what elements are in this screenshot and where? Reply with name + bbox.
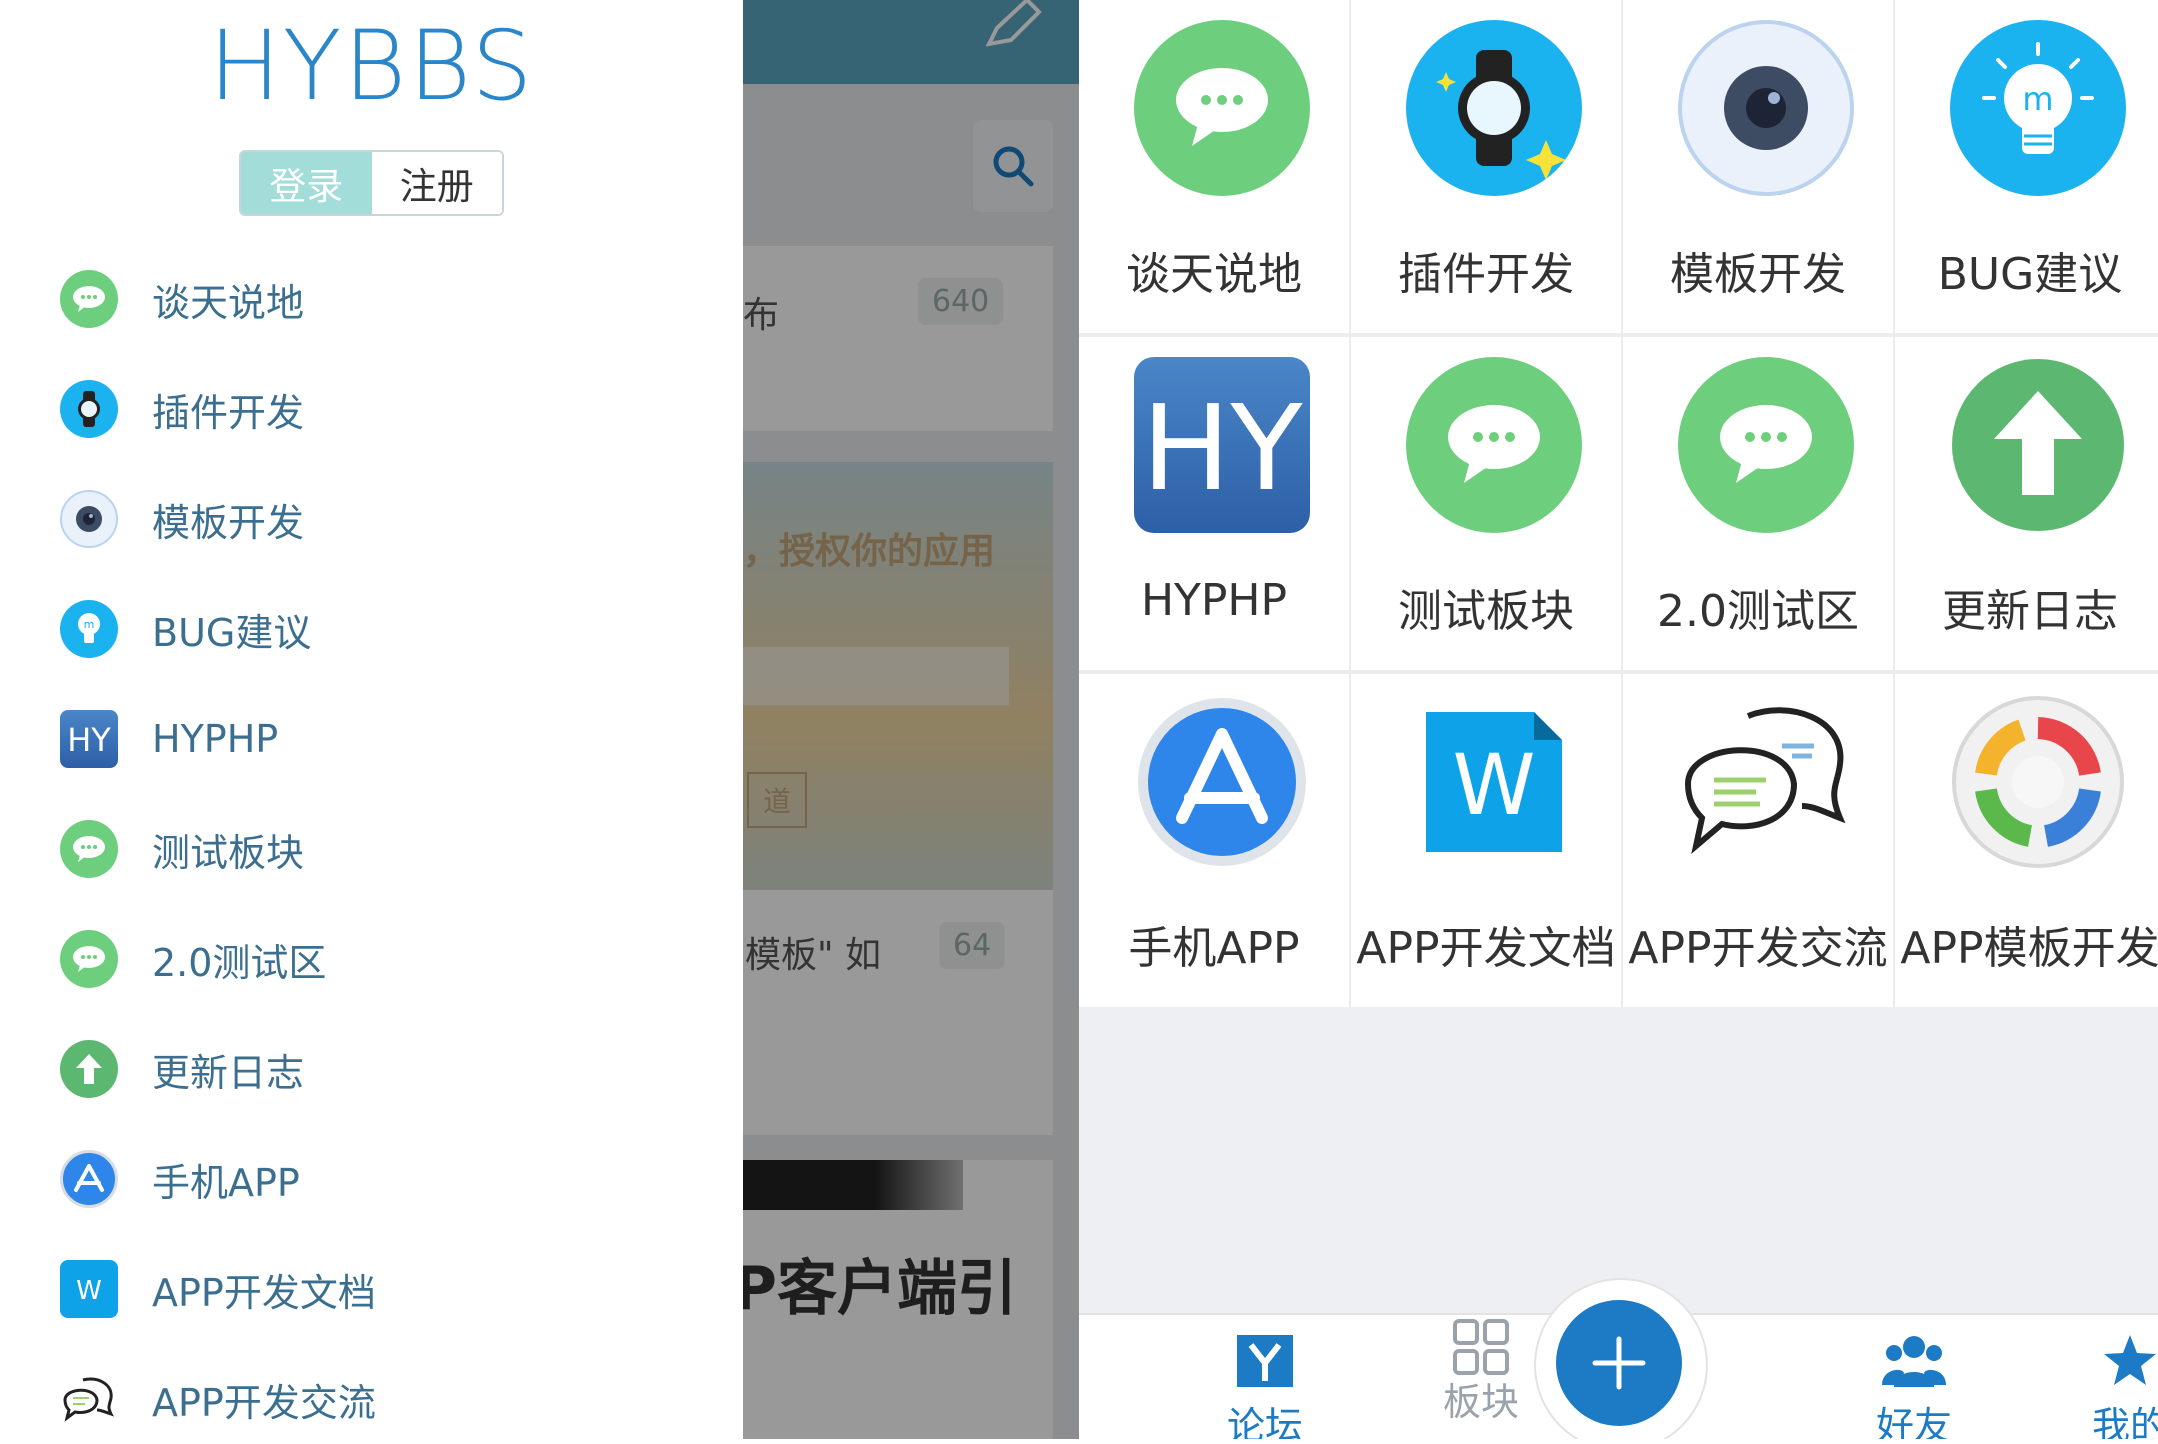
sidebar-item-label: BUG建议 <box>152 610 312 655</box>
forum-y-icon <box>1237 1335 1293 1387</box>
svg-text:W: W <box>1452 736 1535 834</box>
sidebar-item-label: HYPHP <box>152 717 279 761</box>
board-cell-mobile-app[interactable]: 手机APP <box>1079 674 1349 1007</box>
board-cell-bug[interactable]: m BUG建议 <box>1895 0 2158 333</box>
board-cell-label: APP开发交流 <box>1628 923 1888 974</box>
side-drawer: HYBBS 登录 注册 谈天说地 插件开发 模板开发 m BUG建议 HY HY… <box>0 0 743 1439</box>
sidebar-item-label: 模板开发 <box>152 500 305 545</box>
svg-text:W: W <box>76 1276 102 1304</box>
board-cell-app-discussion[interactable]: APP开发交流 <box>1623 674 1893 1007</box>
sidebar-item-label: 谈天说地 <box>152 280 305 325</box>
sidebar-item-test[interactable]: 测试板块 <box>60 804 700 894</box>
chat-bubble-icon <box>60 930 118 988</box>
new-post-button[interactable] <box>1556 1300 1682 1426</box>
board-cell-label: BUG建议 <box>1937 249 2123 300</box>
sidebar-item-bug[interactable]: m BUG建议 <box>60 584 700 674</box>
auth-switch: 登录 注册 <box>239 150 504 216</box>
tab-label: 我的 <box>2091 1404 2158 1439</box>
brand-logo-text: HYBBS <box>208 10 535 122</box>
svg-text:m: m <box>2022 80 2053 118</box>
board-cell-label: 更新日志 <box>1942 586 2118 637</box>
refresh-cycle-icon <box>1950 694 2126 870</box>
chat-bubble-icon <box>1406 357 1582 533</box>
speech-bubbles-icon <box>1678 694 1854 870</box>
up-arrow-icon <box>1950 357 2126 533</box>
word-document-icon: W <box>60 1260 118 1318</box>
grid-icon <box>1453 1319 1509 1375</box>
board-cell-label: HYPHP <box>1140 575 1288 626</box>
tab-forum[interactable]: 论坛 <box>1165 1315 1365 1439</box>
friends-icon <box>1882 1336 1946 1387</box>
smartwatch-icon <box>1406 20 1582 196</box>
sidebar-item-label: 更新日志 <box>152 1050 305 1095</box>
tab-me[interactable]: 我的 <box>2030 1315 2158 1439</box>
board-cell-label: 模板开发 <box>1670 249 1846 300</box>
star-icon <box>2104 1335 2156 1385</box>
lightbulb-icon: m <box>60 600 118 658</box>
plus-icon <box>1592 1336 1646 1390</box>
sidebar-item-label: 插件开发 <box>152 390 305 435</box>
sidebar-item-label: APP开发交流 <box>152 1380 376 1425</box>
board-cell-templates[interactable]: 模板开发 <box>1623 0 1893 333</box>
sidebar-item-hyphp[interactable]: HY HYPHP <box>60 694 700 784</box>
lightbulb-icon: m <box>1950 20 2126 196</box>
sidebar-item-label: 手机APP <box>152 1160 300 1205</box>
tab-label: 论坛 <box>1226 1404 1303 1439</box>
tab-friends[interactable]: 好友 <box>1814 1315 2014 1439</box>
svg-text:m: m <box>84 618 95 631</box>
svg-text:HY: HY <box>67 722 111 756</box>
speech-bubbles-icon <box>60 1370 118 1428</box>
sidebar-item-changelog[interactable]: 更新日志 <box>60 1024 700 1114</box>
hy-logo-icon: HY <box>60 710 118 768</box>
camera-lens-icon <box>1678 20 1854 196</box>
board-cell-test-2[interactable]: 2.0测试区 <box>1623 337 1893 670</box>
chat-bubble-icon <box>60 820 118 878</box>
board-cell-label: 手机APP <box>1128 923 1300 974</box>
app-store-icon <box>60 1150 118 1208</box>
board-cell-label: 2.0测试区 <box>1657 586 1859 637</box>
sidebar-item-chat[interactable]: 谈天说地 <box>60 254 700 344</box>
sidebar-item-app-discussion[interactable]: APP开发交流 <box>60 1354 700 1444</box>
sidebar-item-label: APP开发文档 <box>152 1270 376 1315</box>
app-store-icon <box>1134 694 1310 870</box>
chat-bubble-icon <box>1134 20 1310 196</box>
sidebar-item-mobile-app[interactable]: 手机APP <box>60 1134 700 1224</box>
up-arrow-icon <box>60 1040 118 1098</box>
board-cell-app-templates[interactable]: APP模板开发 <box>1895 674 2158 1007</box>
board-cell-app-docs[interactable]: W APP开发文档 <box>1351 674 1621 1007</box>
board-cell-test[interactable]: 测试板块 <box>1351 337 1621 670</box>
sidebar-item-templates[interactable]: 模板开发 <box>60 474 700 564</box>
chat-bubble-icon <box>1678 357 1854 533</box>
sidebar-item-app-docs[interactable]: W APP开发文档 <box>60 1244 700 1334</box>
board-grid: 谈天说地 插件开发 模板开发 m BUG建议 HY HYPHP 测试板块 2.0… <box>1079 0 2158 1007</box>
sidebar-item-test-2[interactable]: 2.0测试区 <box>60 914 700 1004</box>
board-cell-label: 插件开发 <box>1398 249 1574 300</box>
camera-lens-icon <box>60 490 118 548</box>
board-cell-plugins[interactable]: 插件开发 <box>1351 0 1621 333</box>
register-button[interactable]: 注册 <box>371 152 502 214</box>
board-cell-label: 谈天说地 <box>1126 249 1302 300</box>
hy-logo-icon: HY <box>1134 357 1310 533</box>
tab-label: 好友 <box>1875 1404 1952 1439</box>
board-cell-label: APP模板开发 <box>1900 923 2158 974</box>
board-grid-panel: 谈天说地 插件开发 模板开发 m BUG建议 HY HYPHP 测试板块 2.0… <box>1079 0 2158 1439</box>
board-cell-label: 测试板块 <box>1398 586 1574 637</box>
board-cell-hyphp[interactable]: HY HYPHP <box>1079 337 1349 670</box>
login-button[interactable]: 登录 <box>241 152 372 214</box>
smartwatch-icon <box>60 380 118 438</box>
sidebar-item-plugins[interactable]: 插件开发 <box>60 364 700 454</box>
background-page-dimmed[interactable]: 布 640 ，授权你的应用 道 模板" 如 64 P客户端引 <box>743 0 1079 1439</box>
drawer-dim-overlay[interactable] <box>743 0 1079 1439</box>
board-cell-changelog[interactable]: 更新日志 <box>1895 337 2158 670</box>
chat-bubble-icon <box>60 270 118 328</box>
board-cell-label: APP开发文档 <box>1356 923 1616 974</box>
svg-text:HY: HY <box>1142 379 1304 517</box>
word-document-icon: W <box>1406 694 1582 870</box>
sidebar-item-label: 2.0测试区 <box>152 940 327 985</box>
board-cell-chat[interactable]: 谈天说地 <box>1079 0 1349 333</box>
sidebar-item-label: 测试板块 <box>152 830 305 875</box>
